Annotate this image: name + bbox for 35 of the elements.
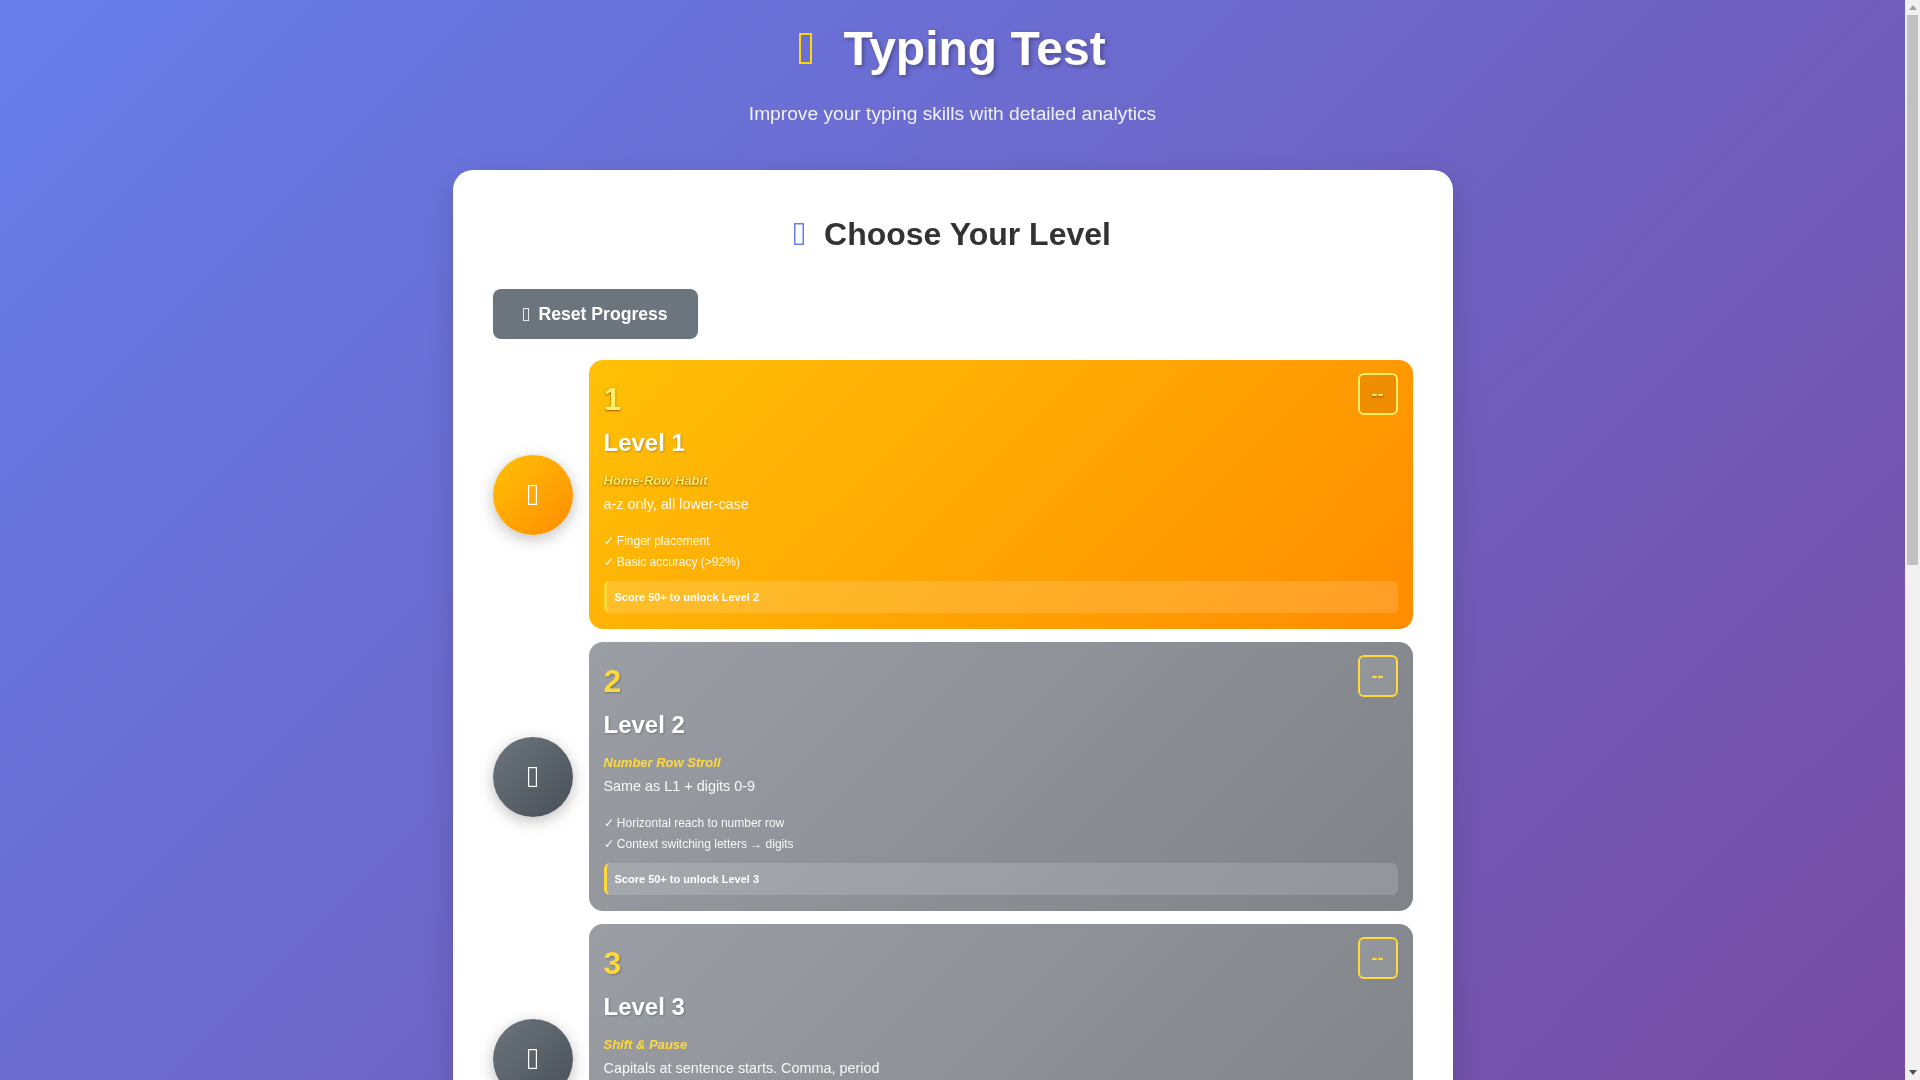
level-name: Home-Row Habit xyxy=(603,473,708,489)
feature-item: ✓ Context switching letters → digits xyxy=(603,835,794,853)
score-badge: -- xyxy=(1357,937,1398,979)
score-badge: -- xyxy=(1357,373,1398,415)
level-card[interactable]: 2 Level 2 Number Row Stroll Same as L1 + digits 0-9 ✓ Horizontal reach to number row ✓ Context switching letters → digits Score 50+ to unlock Level 3 -- xyxy=(588,642,1413,911)
missing-glyph-icon xyxy=(794,222,805,245)
level-number: 3 xyxy=(603,944,622,983)
level-description: Same as L1 + digits 0-9 xyxy=(603,776,756,796)
scroll-up-arrow-icon[interactable] xyxy=(1908,5,1917,10)
missing-glyph-icon xyxy=(522,307,529,321)
level-number: 2 xyxy=(603,662,622,701)
unlock-hint: Score 50+ to unlock Level 2 xyxy=(603,580,1398,613)
page-subtitle: Improve your typing skills with detailed analytics xyxy=(748,101,1157,125)
level-name: Shift & Pause xyxy=(603,1037,688,1053)
level-title: Level 1 xyxy=(603,429,685,459)
level-description: a-z only, all lower-case xyxy=(603,494,749,514)
level-name: Number Row Stroll xyxy=(603,755,721,771)
level-card[interactable]: 1 Level 1 Home-Row Habit a-z only, all lower-case ✓ Finger placement ✓ Basic accuracy (>92%) Score 50+ to unlock Level 2 -- xyxy=(588,360,1413,629)
feature-item: ✓ Basic accuracy (>92%) xyxy=(603,553,740,571)
level-description: Capitals at sentence starts. Comma, period xyxy=(603,1058,880,1078)
level-title: Level 3 xyxy=(603,993,685,1023)
feature-item: ✓ Finger placement xyxy=(603,532,710,550)
scrollbar[interactable] xyxy=(1905,0,1920,1080)
level-card[interactable]: 3 Level 3 Shift & Pause Capitals at sentence starts. Comma, period -- xyxy=(588,924,1413,1080)
level-title: Level 2 xyxy=(603,711,685,741)
reset-progress-button[interactable]: Reset Progress xyxy=(492,289,698,339)
level-number: 1 xyxy=(603,380,622,419)
missing-glyph-icon xyxy=(799,33,813,65)
scroll-down-arrow-icon[interactable] xyxy=(1908,1070,1917,1075)
scrollbar-thumb[interactable] xyxy=(1907,15,1918,565)
panel-heading: Choose Your Level xyxy=(824,214,1111,253)
score-badge: -- xyxy=(1357,655,1398,697)
page-title: Typing Test xyxy=(843,21,1106,77)
feature-item: ✓ Horizontal reach to number row xyxy=(603,814,785,832)
unlock-hint: Score 50+ to unlock Level 3 xyxy=(603,862,1398,895)
